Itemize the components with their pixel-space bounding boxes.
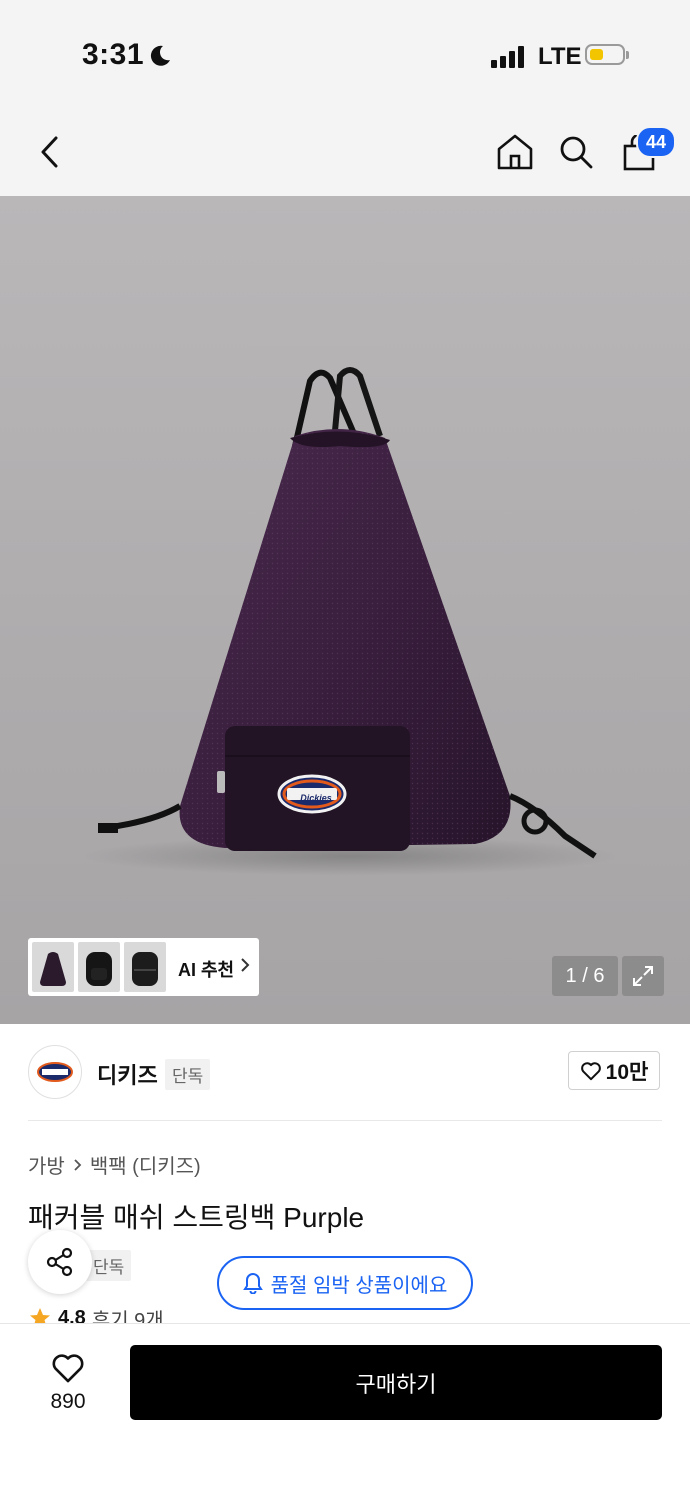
back-button[interactable] [30, 130, 70, 174]
divider [28, 1120, 662, 1121]
search-icon [560, 136, 593, 169]
expand-button[interactable] [622, 956, 664, 996]
network-label: LTE [538, 43, 582, 70]
thumbnail-2[interactable] [78, 942, 120, 992]
brand-like-button[interactable]: 10만 [568, 1051, 660, 1090]
breadcrumb-item[interactable]: 가방 [28, 1150, 65, 1179]
battery-icon [585, 44, 629, 65]
ai-recommend-label: AI 추천 [178, 960, 235, 980]
signal-icon [491, 46, 524, 68]
chevron-left-icon [41, 136, 58, 168]
thumbnail-1[interactable] [32, 942, 74, 992]
thumbnail-3[interactable] [124, 942, 166, 992]
heart-icon [580, 1061, 601, 1080]
wishlist-count: 890 [50, 1390, 86, 1413]
brand-logo[interactable] [28, 1045, 82, 1099]
brand-name[interactable]: 디키즈 [97, 1058, 158, 1090]
breadcrumb-item[interactable]: 백팩 (디키즈) [90, 1150, 201, 1179]
soldout-text: 품절 임박 상품이에요 [270, 1274, 448, 1297]
drawstring-bag-image [98, 367, 597, 859]
product-title: 패커블 매쉬 스트링백 Purple [28, 1202, 365, 1233]
buy-button[interactable]: 구매하기 [130, 1345, 662, 1420]
exclusive-tag: 단독 [86, 1250, 132, 1281]
moon-icon [150, 45, 170, 66]
bell-icon [242, 1272, 263, 1294]
backpack-thumbnail-icon [86, 952, 112, 986]
backpack-thumbnail-icon [132, 952, 158, 986]
share-icon [46, 1247, 73, 1277]
brand-patch-text: Dickies [300, 793, 332, 803]
share-button[interactable] [28, 1230, 92, 1294]
brand-like-count: 10만 [605, 1060, 649, 1084]
heart-icon [52, 1354, 84, 1383]
expand-icon [633, 966, 653, 986]
breadcrumb: 가방 백팩 (디키즈) [28, 1150, 201, 1179]
home-icon [497, 134, 533, 170]
soldout-notice: 품절 임박 상품이에요 [217, 1256, 473, 1310]
ai-recommend-card[interactable]: AI 추천 [28, 938, 259, 996]
status-time: 3:31 [82, 38, 145, 71]
dickies-logo-icon [37, 1062, 73, 1082]
cart-count-badge: 44 [636, 126, 676, 158]
chevron-right-icon [241, 958, 250, 972]
chevron-right-icon [74, 1158, 82, 1171]
image-pager: 1 / 6 [552, 956, 618, 996]
exclusive-tag: 단독 [165, 1059, 211, 1090]
product-image[interactable]: Dickies [0, 196, 690, 1024]
wishlist-button[interactable] [48, 1350, 88, 1386]
search-button[interactable] [555, 130, 597, 174]
bag-thumbnail-icon [40, 952, 66, 986]
home-button[interactable] [494, 130, 536, 174]
